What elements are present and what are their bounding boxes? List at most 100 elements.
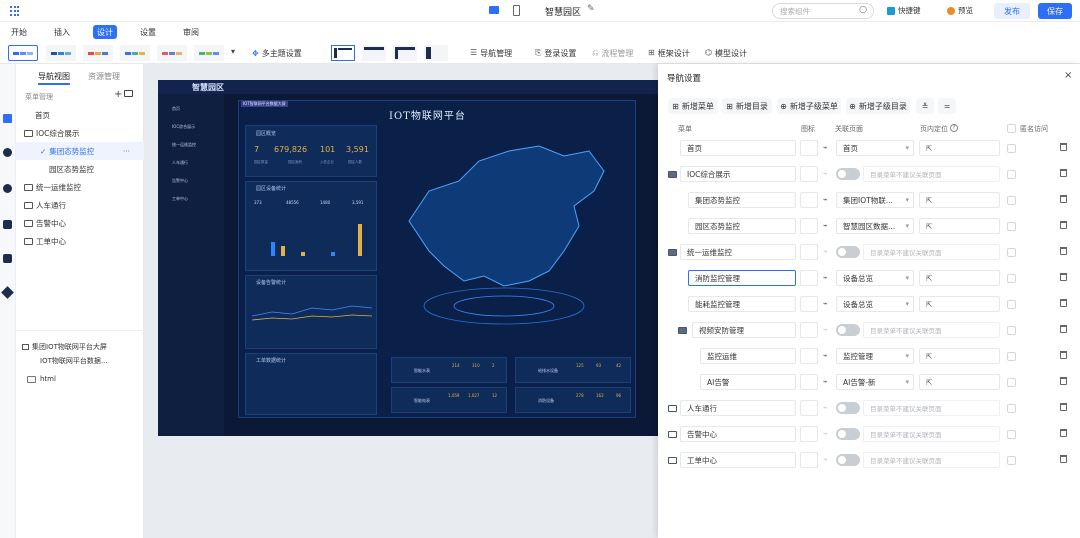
anonymous-access-checkbox[interactable] bbox=[1007, 352, 1016, 361]
menu-review[interactable]: 审阅 bbox=[183, 27, 199, 38]
theme-swatch-2[interactable] bbox=[46, 45, 76, 61]
menu-name-input[interactable]: 统一运维监控 bbox=[680, 244, 796, 260]
dash-nav-3[interactable]: 人车通行 bbox=[172, 160, 188, 166]
tree-item-access[interactable]: 人车通行 bbox=[16, 196, 144, 214]
delete-icon[interactable] bbox=[1060, 429, 1067, 437]
dash-nav-5[interactable]: 工单中心 bbox=[172, 196, 188, 202]
layout-option-2[interactable] bbox=[362, 45, 386, 61]
menu-name-input[interactable]: 首页 bbox=[680, 140, 796, 156]
theme-swatch-6[interactable] bbox=[194, 45, 224, 61]
anchor-input[interactable]: ⇱ bbox=[919, 270, 1000, 286]
collapse-all-button[interactable]: ≍ bbox=[938, 98, 956, 114]
menu-icon-picker[interactable] bbox=[800, 452, 818, 468]
menu-icon-picker[interactable] bbox=[800, 270, 818, 286]
anonymous-access-checkbox[interactable] bbox=[1007, 248, 1016, 257]
shortcut-button[interactable]: 快捷键 bbox=[887, 5, 921, 16]
menu-start[interactable]: 开始 bbox=[11, 27, 27, 38]
link-page-toggle[interactable] bbox=[836, 168, 860, 180]
tree-item-ops[interactable]: 统一运维监控 bbox=[16, 178, 144, 196]
theme-swatch-4[interactable] bbox=[120, 45, 150, 61]
anonymous-access-checkbox[interactable] bbox=[1007, 456, 1016, 465]
menu-icon-picker[interactable] bbox=[800, 244, 818, 260]
anonymous-all-checkbox[interactable] bbox=[1007, 124, 1016, 133]
add-child-folder-button[interactable]: ⊕ 新增子级目录 bbox=[846, 98, 910, 114]
menu-name-input[interactable]: 集团态势监控 bbox=[688, 192, 796, 208]
delete-icon[interactable] bbox=[1060, 351, 1067, 359]
anchor-input[interactable]: ⇱ bbox=[919, 140, 1000, 156]
linked-page-select[interactable]: 设备总览 ▾ bbox=[836, 296, 914, 312]
theme-swatch-1[interactable] bbox=[8, 45, 38, 61]
delete-icon[interactable] bbox=[1060, 143, 1067, 151]
anchor-input[interactable]: ⇱ bbox=[919, 296, 1000, 312]
preview-button[interactable]: 预览 bbox=[947, 5, 973, 16]
delete-icon[interactable] bbox=[1060, 221, 1067, 229]
delete-icon[interactable] bbox=[1060, 325, 1067, 333]
anonymous-access-checkbox[interactable] bbox=[1007, 300, 1016, 309]
menu-icon-picker[interactable] bbox=[800, 322, 818, 338]
data-icon[interactable] bbox=[3, 220, 12, 229]
dash-nav-1[interactable]: IOC综合展示 bbox=[172, 124, 195, 130]
menu-name-input[interactable]: 人车通行 bbox=[680, 400, 796, 416]
menu-name-input[interactable]: IOC综合展示 bbox=[680, 166, 796, 182]
tab-nav-view[interactable]: 导航视图 bbox=[38, 71, 70, 82]
theme-swatch-3[interactable] bbox=[83, 45, 113, 61]
tab-resource-manage[interactable]: 资源管理 bbox=[88, 71, 120, 82]
model-design-button[interactable]: ⌬ 模型设计 bbox=[705, 48, 747, 59]
more-icon[interactable]: ··· bbox=[123, 147, 130, 156]
menu-name-input[interactable]: 消防监控管理 bbox=[688, 270, 796, 286]
cube-icon[interactable] bbox=[1, 286, 14, 299]
linked-page-select[interactable]: 监控管理 ▾ bbox=[836, 348, 914, 364]
menu-icon-picker[interactable] bbox=[800, 192, 818, 208]
linked-page-select[interactable]: AI告警-新 ▾ bbox=[836, 374, 914, 390]
menu-name-input[interactable]: 视频安防管理 bbox=[692, 322, 796, 338]
expand-all-button[interactable]: ≚ bbox=[916, 98, 934, 114]
component-icon[interactable] bbox=[3, 148, 12, 157]
menu-icon-picker[interactable] bbox=[800, 426, 818, 442]
login-settings-button[interactable]: ⎘ 登录设置 bbox=[535, 48, 576, 59]
delete-icon[interactable] bbox=[1060, 299, 1067, 307]
delete-icon[interactable] bbox=[1060, 247, 1067, 255]
link-page-toggle[interactable] bbox=[836, 428, 860, 440]
search-input[interactable]: 搜索组件 ○ bbox=[772, 3, 874, 19]
menu-insert[interactable]: 插入 bbox=[54, 27, 70, 38]
anonymous-access-checkbox[interactable] bbox=[1007, 378, 1016, 387]
close-icon[interactable]: × bbox=[1064, 70, 1072, 81]
menu-name-input[interactable]: 告警中心 bbox=[680, 426, 796, 442]
menu-icon-picker[interactable] bbox=[800, 348, 818, 364]
mobile-view-icon[interactable] bbox=[513, 5, 520, 16]
menu-icon-picker[interactable] bbox=[800, 166, 818, 182]
nav-manage-button[interactable]: ☰ 导航管理 bbox=[470, 48, 512, 59]
menu-icon-picker[interactable] bbox=[800, 218, 818, 234]
save-button[interactable]: 保存 bbox=[1038, 3, 1072, 19]
flow-manage-button[interactable]: ⎌ 流程管理 bbox=[592, 48, 633, 59]
add-menu-icon[interactable]: + bbox=[114, 89, 122, 100]
anonymous-access-checkbox[interactable] bbox=[1007, 196, 1016, 205]
tree-item-group-monitor[interactable]: ✓ 集团态势监控 ··· bbox=[16, 142, 144, 160]
dash-nav-4[interactable]: 告警中心 bbox=[172, 178, 188, 184]
link-page-toggle[interactable] bbox=[836, 324, 860, 336]
link-page-toggle[interactable] bbox=[836, 454, 860, 466]
anonymous-access-checkbox[interactable] bbox=[1007, 222, 1016, 231]
resource-item-screen[interactable]: 集团IOT物联网平台大屏 bbox=[22, 342, 107, 352]
link-page-toggle[interactable] bbox=[836, 246, 860, 258]
desktop-view-icon[interactable] bbox=[489, 6, 499, 14]
layout-option-1[interactable] bbox=[331, 45, 355, 61]
menu-name-input[interactable]: 能耗监控管理 bbox=[688, 296, 796, 312]
add-child-menu-button[interactable]: ⊕ 新增子级菜单 bbox=[777, 98, 841, 114]
dash-nav-0[interactable]: 首页 bbox=[172, 106, 180, 112]
delete-icon[interactable] bbox=[1060, 195, 1067, 203]
linked-page-select[interactable]: 智慧园区数据... ▾ bbox=[836, 218, 914, 234]
anchor-input[interactable]: ⇱ bbox=[919, 192, 1000, 208]
menu-settings[interactable]: 设置 bbox=[140, 27, 156, 38]
menu-icon-picker[interactable] bbox=[800, 400, 818, 416]
anonymous-access-checkbox[interactable] bbox=[1007, 326, 1016, 335]
menu-name-input[interactable]: 工单中心 bbox=[680, 452, 796, 468]
menu-icon-picker[interactable] bbox=[800, 140, 818, 156]
delete-icon[interactable] bbox=[1060, 169, 1067, 177]
linked-page-select[interactable]: 设备总览 ▾ bbox=[836, 270, 914, 286]
delete-icon[interactable] bbox=[1060, 403, 1067, 411]
tree-item-ioc[interactable]: IOC综合展示 bbox=[16, 124, 144, 142]
link-page-toggle[interactable] bbox=[836, 402, 860, 414]
dashboard-preview[interactable]: 智慧园区 首页 IOC综合展示 统一运维监控 人车通行 告警中心 工单中心 IO… bbox=[158, 80, 658, 436]
linked-page-select[interactable]: 首页 ▾ bbox=[836, 140, 914, 156]
